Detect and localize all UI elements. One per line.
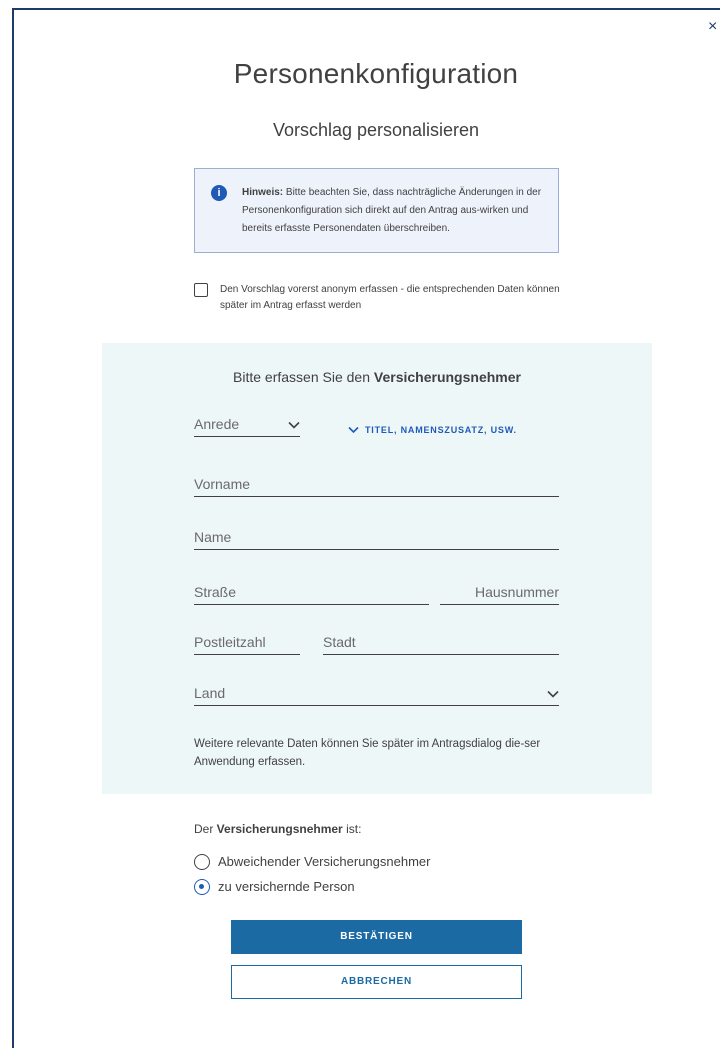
form-heading: Bitte erfassen Sie den Versicherungsnehm… (102, 369, 652, 385)
anonymous-checkbox-label[interactable]: Den Vorschlag vorerst anonym erfassen - … (220, 282, 560, 314)
land-select[interactable]: Land (194, 683, 559, 706)
policyholder-question: Der Versicherungsnehmer ist: (194, 822, 361, 836)
strasse-label: Straße (194, 584, 237, 600)
anrede-label: Anrede (194, 416, 240, 432)
hint-bold: Hinweis: (242, 187, 284, 198)
hausnummer-label: Hausnummer (474, 584, 559, 600)
dialog-subtitle: Vorschlag personalisieren (272, 120, 480, 140)
cancel-button[interactable]: ABBRECHEN (231, 965, 522, 999)
hausnummer-field[interactable]: Hausnummer (440, 582, 559, 605)
form-note: Weitere relevante Daten können Sie späte… (194, 738, 541, 768)
stadt-label: Stadt (323, 634, 356, 650)
name-field[interactable]: Name (194, 527, 559, 550)
chevron-down-icon (288, 421, 300, 429)
dialog-title: Personenkonfiguration (233, 58, 519, 89)
stadt-field[interactable]: Stadt (323, 632, 559, 655)
title-suffix-toggle[interactable]: TITEL, NAMENSZUSATZ, USW. (348, 425, 517, 435)
title-suffix-toggle-label: TITEL, NAMENSZUSATZ, USW. (365, 425, 517, 435)
chevron-down-icon (348, 426, 359, 434)
close-icon[interactable]: × (708, 19, 720, 35)
info-icon: i (211, 185, 227, 201)
vorname-label: Vorname (194, 476, 251, 492)
confirm-button[interactable]: BESTÄTIGEN (231, 920, 522, 954)
question-prefix: Der (194, 822, 217, 836)
strasse-field[interactable]: Straße (194, 582, 429, 605)
question-bold: Versicherungsnehmer (216, 822, 343, 836)
plz-field[interactable]: Postleitzahl (194, 632, 300, 655)
chevron-down-icon (547, 690, 559, 698)
radio-label[interactable]: Abweichender Versicherungsnehmer (218, 854, 430, 869)
anrede-select[interactable]: Anrede (194, 414, 300, 437)
anonymous-checkbox[interactable] (194, 283, 208, 297)
plz-label: Postleitzahl (194, 634, 266, 650)
radio-button-selected[interactable] (194, 879, 210, 895)
name-label: Name (194, 529, 232, 545)
form-heading-prefix: Bitte erfassen Sie den (233, 369, 374, 385)
hint-box: i Hinweis: Bitte beachten Sie, dass nach… (194, 168, 559, 253)
form-heading-bold: Versicherungsnehmer (373, 369, 521, 385)
hint-body: Bitte beachten Sie, dass nachträgliche Ä… (242, 187, 542, 234)
land-label: Land (194, 685, 226, 701)
policyholder-form-panel: Bitte erfassen Sie den Versicherungsnehm… (102, 343, 652, 794)
radio-button[interactable] (194, 854, 210, 870)
hint-text: Hinweis: Bitte beachten Sie, dass nachtr… (242, 184, 542, 238)
question-suffix: ist: (342, 822, 362, 836)
radio-label[interactable]: zu versichernde Person (218, 879, 355, 894)
vorname-field[interactable]: Vorname (194, 474, 559, 497)
